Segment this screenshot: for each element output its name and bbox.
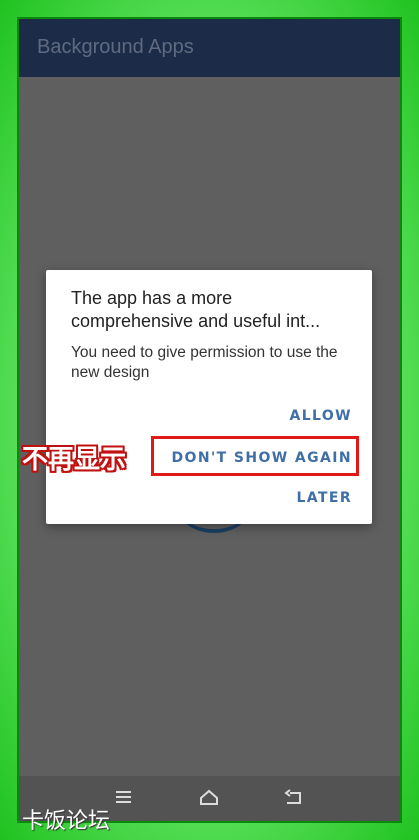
permission-dialog: The app has a more comprehensive and use… [46,270,372,524]
later-button[interactable]: LATER [296,490,352,506]
dialog-message: You need to give permission to use the n… [71,344,338,381]
annotation-label: 不再显示 [22,445,127,475]
app-bar: Background Apps [19,19,400,77]
back-icon[interactable] [283,788,305,808]
app-bar-title: Background Apps [37,36,194,58]
menu-icon[interactable] [113,788,135,808]
dialog-title: The app has a more comprehensive and use… [71,288,321,331]
home-icon[interactable] [198,788,220,808]
highlight-box [151,436,359,476]
allow-button[interactable]: ALLOW [289,408,352,424]
phone-screen: Background Apps The app has a more compr… [19,19,400,821]
watermark: 卡饭论坛 [22,809,111,834]
